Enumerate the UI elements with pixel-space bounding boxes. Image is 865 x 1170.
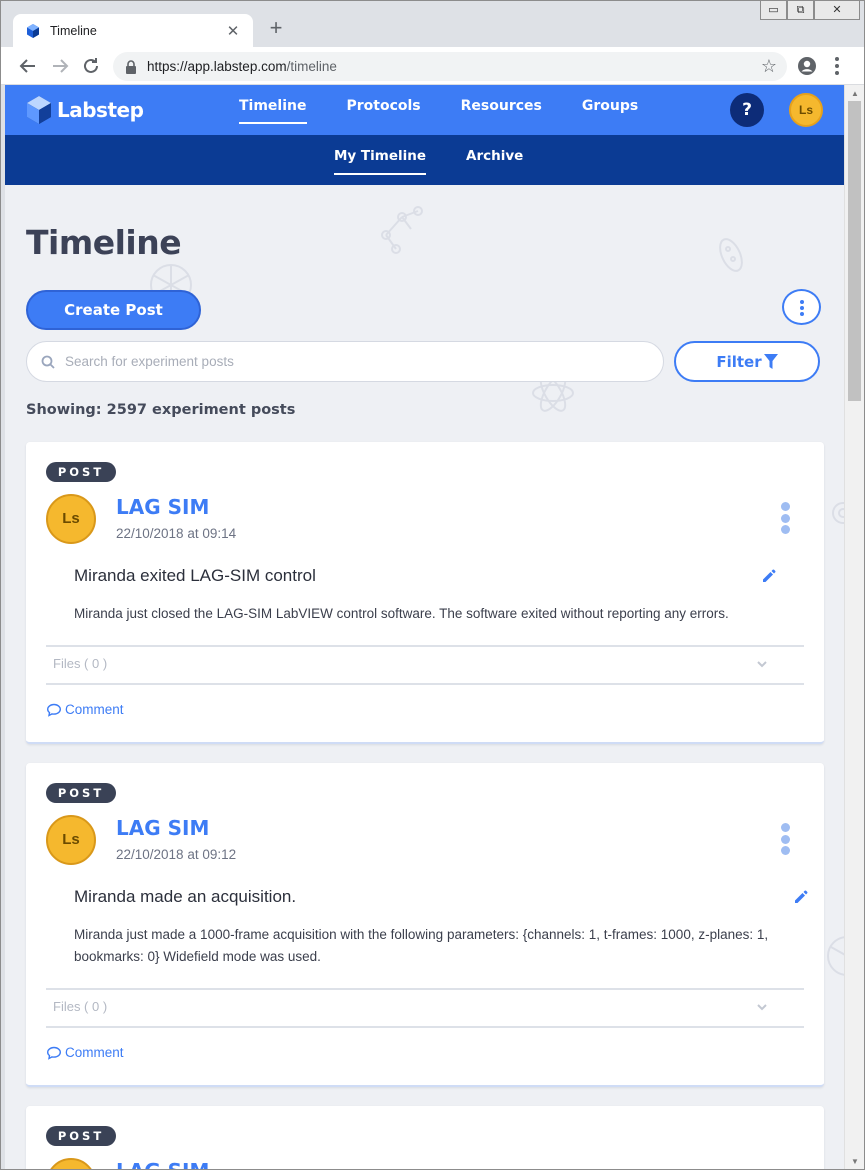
main-nav: Timeline Protocols Resources Groups xyxy=(219,85,658,135)
author-avatar[interactable]: Ls xyxy=(46,1158,96,1169)
post-card: POST Ls LAG SIM 22/10/2018 at 09:12 Mira… xyxy=(26,763,824,1087)
post-badge: POST xyxy=(46,1126,116,1146)
labstep-logo-icon xyxy=(27,96,51,124)
browser-menu-icon[interactable] xyxy=(829,56,845,76)
files-label: Files ( 0 ) xyxy=(53,999,108,1014)
subnav-archive[interactable]: Archive xyxy=(466,135,523,185)
back-arrow-icon[interactable] xyxy=(16,54,40,78)
page-viewport: Labstep Timeline Protocols Resources Gro… xyxy=(5,85,844,1169)
files-section[interactable]: Files ( 0 ) xyxy=(46,988,804,1028)
nav-protocols[interactable]: Protocols xyxy=(347,85,421,135)
maximize-button[interactable]: ⧉ xyxy=(787,1,814,20)
user-avatar[interactable]: Ls xyxy=(789,93,823,127)
post-card: POST Ls LAG SIM xyxy=(26,1106,824,1169)
reload-icon[interactable] xyxy=(79,54,103,78)
nav-timeline[interactable]: Timeline xyxy=(239,85,307,135)
browser-window: Timeline ✕ + ▭ ⧉ ✕ https://app.labstep.c… xyxy=(0,0,865,1170)
comment-button[interactable]: Comment xyxy=(46,1045,124,1060)
bacteria-decoration-icon xyxy=(719,238,743,272)
post-timestamp: 22/10/2018 at 09:12 xyxy=(116,847,237,862)
comment-label: Comment xyxy=(65,702,124,717)
gear-decoration-icon xyxy=(832,502,844,524)
post-options-icon[interactable] xyxy=(777,823,793,855)
search-input[interactable] xyxy=(65,354,625,369)
url-text: https://app.labstep.com/timeline xyxy=(147,59,761,74)
chevron-down-icon xyxy=(757,661,767,668)
scrollbar-thumb[interactable] xyxy=(848,101,861,401)
post-title: Miranda made an acquisition. xyxy=(74,887,297,906)
comment-icon xyxy=(46,703,62,717)
bookmark-star-icon[interactable]: ☆ xyxy=(761,56,777,77)
post-body: Miranda just closed the LAG-SIM LabVIEW … xyxy=(74,606,729,621)
scroll-down-icon[interactable]: ▼ xyxy=(845,1155,864,1169)
browser-tab[interactable]: Timeline ✕ xyxy=(13,14,253,47)
edit-pencil-icon[interactable] xyxy=(761,568,777,584)
molecule-decoration-icon xyxy=(381,206,423,254)
labstep-favicon-icon xyxy=(27,23,39,38)
more-vertical-icon xyxy=(800,300,804,316)
url-path: /timeline xyxy=(286,59,337,74)
lock-icon xyxy=(126,59,136,74)
author-avatar[interactable]: Ls xyxy=(46,815,96,865)
comment-icon xyxy=(46,1046,62,1060)
account-icon[interactable] xyxy=(797,56,817,76)
results-count: Showing: 2597 experiment posts xyxy=(26,402,296,418)
tab-close-icon[interactable]: ✕ xyxy=(225,22,241,40)
app-header: Labstep Timeline Protocols Resources Gro… xyxy=(5,85,844,135)
scrollbar[interactable]: ▲ ▼ xyxy=(844,85,864,1169)
post-body: Miranda just made a 1000-frame acquisiti… xyxy=(74,927,769,964)
petri-dish-decoration-icon-2 xyxy=(827,936,844,976)
scroll-up-icon[interactable]: ▲ xyxy=(845,87,864,101)
sub-nav: My Timeline Archive xyxy=(314,135,543,185)
nav-groups[interactable]: Groups xyxy=(582,85,638,135)
sub-header: My Timeline Archive xyxy=(5,135,844,185)
post-badge: POST xyxy=(46,783,116,803)
minimize-button[interactable]: ▭ xyxy=(760,1,787,20)
post-timestamp: 22/10/2018 at 09:14 xyxy=(116,526,237,541)
chevron-down-icon xyxy=(757,1004,767,1011)
new-tab-button[interactable]: + xyxy=(265,17,287,40)
window-close-button[interactable]: ✕ xyxy=(814,1,860,20)
browser-toolbar: https://app.labstep.com/timeline ☆ xyxy=(1,47,864,85)
post-badge: POST xyxy=(46,462,116,482)
labstep-logo[interactable]: Labstep xyxy=(25,95,144,125)
tab-title: Timeline xyxy=(50,23,97,38)
files-section[interactable]: Files ( 0 ) xyxy=(46,645,804,685)
page-options-button[interactable] xyxy=(782,289,821,325)
edit-pencil-icon[interactable] xyxy=(793,889,809,905)
forward-arrow-icon[interactable] xyxy=(48,54,72,78)
search-box xyxy=(26,341,664,382)
files-label: Files ( 0 ) xyxy=(53,656,108,671)
filter-label: Filter xyxy=(716,352,762,371)
experiment-link[interactable]: LAG SIM xyxy=(116,1159,209,1169)
filter-button[interactable]: Filter xyxy=(674,341,820,382)
experiment-link[interactable]: LAG SIM xyxy=(116,816,209,840)
tab-strip: Timeline ✕ + ▭ ⧉ ✕ xyxy=(1,1,864,47)
funnel-icon xyxy=(763,354,778,369)
comment-button[interactable]: Comment xyxy=(46,702,124,717)
comment-label: Comment xyxy=(65,1045,124,1060)
logo-text: Labstep xyxy=(57,98,144,122)
window-controls: ▭ ⧉ ✕ xyxy=(760,1,860,21)
nav-resources[interactable]: Resources xyxy=(461,85,542,135)
post-options-icon[interactable] xyxy=(777,502,793,534)
experiment-link[interactable]: LAG SIM xyxy=(116,495,209,519)
search-icon xyxy=(41,355,55,369)
address-bar[interactable]: https://app.labstep.com/timeline ☆ xyxy=(113,52,787,81)
url-host: https://app.labstep.com xyxy=(147,59,287,74)
create-post-button[interactable]: Create Post xyxy=(26,290,201,330)
post-title: Miranda exited LAG-SIM control xyxy=(74,566,316,585)
help-button[interactable]: ? xyxy=(730,93,764,127)
post-card: POST Ls LAG SIM 22/10/2018 at 09:14 Mira… xyxy=(26,442,824,744)
subnav-my-timeline[interactable]: My Timeline xyxy=(334,135,427,185)
author-avatar[interactable]: Ls xyxy=(46,494,96,544)
page-title: Timeline xyxy=(26,223,182,262)
